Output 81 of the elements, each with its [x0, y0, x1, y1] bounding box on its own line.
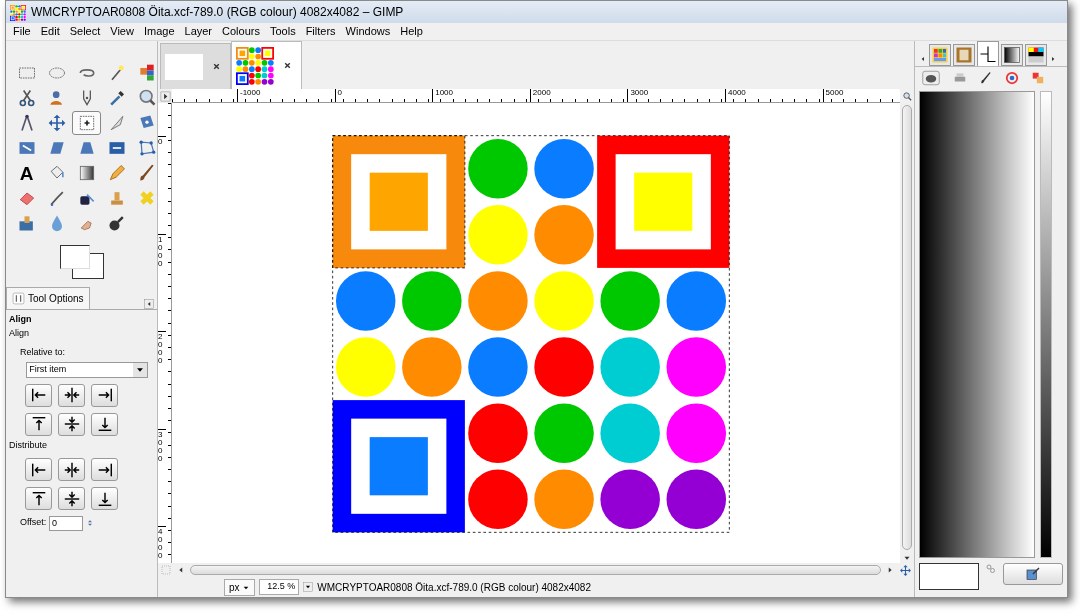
align-left-button[interactable]	[25, 383, 52, 407]
zoom-icon	[901, 90, 913, 102]
offset-field[interactable]: 0	[49, 515, 84, 531]
gradient-swatch-icon	[1003, 46, 1021, 64]
align-middle-button[interactable]	[58, 487, 85, 510]
dock-tab[interactable]	[1001, 44, 1023, 66]
color-swatch[interactable]	[919, 563, 979, 590]
blank-thumbnail	[165, 53, 203, 80]
sliders-icon	[12, 292, 25, 305]
field-label: Offset:	[20, 516, 47, 530]
ruler-label: 1000	[158, 233, 166, 268]
edit-icon	[1025, 566, 1041, 582]
window-title: WMCRYPTOAR0808 Öita.xcf-789.0 (RGB colour) 4082x4082 – GIMP	[31, 4, 404, 21]
quick-mask-icon	[160, 564, 172, 576]
menu-item[interactable]: Edit	[35, 23, 65, 40]
relative-to-dropdown[interactable]: First item	[25, 361, 148, 378]
vertical-scrollbar[interactable]	[902, 105, 912, 550]
menu-item[interactable]: Layer	[179, 23, 218, 40]
align-center-icon	[62, 386, 81, 405]
align-middle-button[interactable]	[58, 412, 85, 436]
menu-item[interactable]: Filters	[300, 23, 341, 40]
pencil-icon	[106, 163, 127, 183]
pattern-icon	[955, 46, 973, 64]
align-bottom-button[interactable]	[91, 487, 118, 510]
menu-item[interactable]: Image	[138, 23, 180, 40]
image-thumbnail	[236, 46, 274, 85]
color-swatches-drawing[interactable]	[60, 245, 104, 281]
align-right-button[interactable]	[91, 458, 118, 481]
image-tab[interactable]	[231, 41, 302, 89]
color-wheel-icon	[1005, 70, 1019, 85]
caret-icon	[303, 580, 314, 594]
section-label: Distribute	[9, 438, 48, 452]
align-center-button[interactable]	[58, 458, 85, 481]
horizontal-scrollbar[interactable]	[190, 565, 881, 575]
status-text: WMCRYPTOAR0808 Öita.xcf-789.0 (RGB colour) 4082x4082	[317, 580, 591, 595]
color-squares-icon	[1031, 70, 1045, 85]
printer-icon	[953, 70, 967, 85]
section-label: Align	[9, 326, 30, 340]
align-right-button[interactable]	[91, 383, 118, 407]
menu-item[interactable]: Windows	[340, 23, 396, 40]
panel-menu-icon	[144, 299, 155, 309]
align-top-button[interactable]	[25, 412, 52, 436]
unit-dropdown[interactable]: px	[224, 578, 256, 596]
align-bottom-button[interactable]	[91, 412, 118, 436]
close-icon	[211, 61, 222, 72]
align-center-button[interactable]	[58, 383, 85, 407]
close-icon	[282, 60, 293, 71]
edit-button[interactable]	[1003, 563, 1063, 585]
move-arrows-icon	[46, 113, 67, 133]
ruler-label: 3000	[158, 428, 166, 463]
navigate-icon	[899, 563, 912, 577]
zoom-field[interactable]: 12.5 %	[259, 579, 300, 595]
palette-grid-icon	[931, 46, 949, 64]
align-middle-icon	[62, 415, 81, 434]
menu-item[interactable]: File	[8, 23, 36, 40]
menu-item[interactable]: Colours	[217, 23, 265, 40]
align-left-button[interactable]	[25, 458, 52, 481]
ruler-label: 2000	[158, 331, 166, 366]
menu-item[interactable]: View	[105, 23, 139, 40]
app-icon	[10, 4, 26, 21]
text-tool-glyph: A	[19, 163, 34, 183]
color-palette-icon	[1027, 46, 1045, 64]
ruler-label: 0	[158, 136, 166, 146]
menu-item[interactable]: Tools	[264, 23, 301, 40]
paintbrush-icon	[979, 70, 993, 85]
align-middle-icon	[62, 489, 81, 508]
align-top-button[interactable]	[25, 487, 52, 510]
corner-lines-icon	[979, 45, 997, 63]
tool-button[interactable]: A	[12, 161, 41, 185]
chain-link-icon	[985, 563, 997, 575]
tab-label: Tool Options	[28, 292, 84, 306]
ruler-label: 4000	[158, 526, 166, 561]
tool-options-tab[interactable]: Tool Options	[6, 287, 90, 309]
menu-item[interactable]: Select	[64, 23, 106, 40]
align-center-icon	[62, 460, 81, 479]
menu-item[interactable]: Help	[395, 23, 428, 40]
field-label: Relative to:	[20, 345, 67, 359]
panel-title: Align	[9, 313, 33, 326]
dock-tab[interactable]	[1025, 44, 1047, 66]
caret-icon	[132, 362, 147, 377]
dropdown-value: First item	[28, 362, 68, 376]
